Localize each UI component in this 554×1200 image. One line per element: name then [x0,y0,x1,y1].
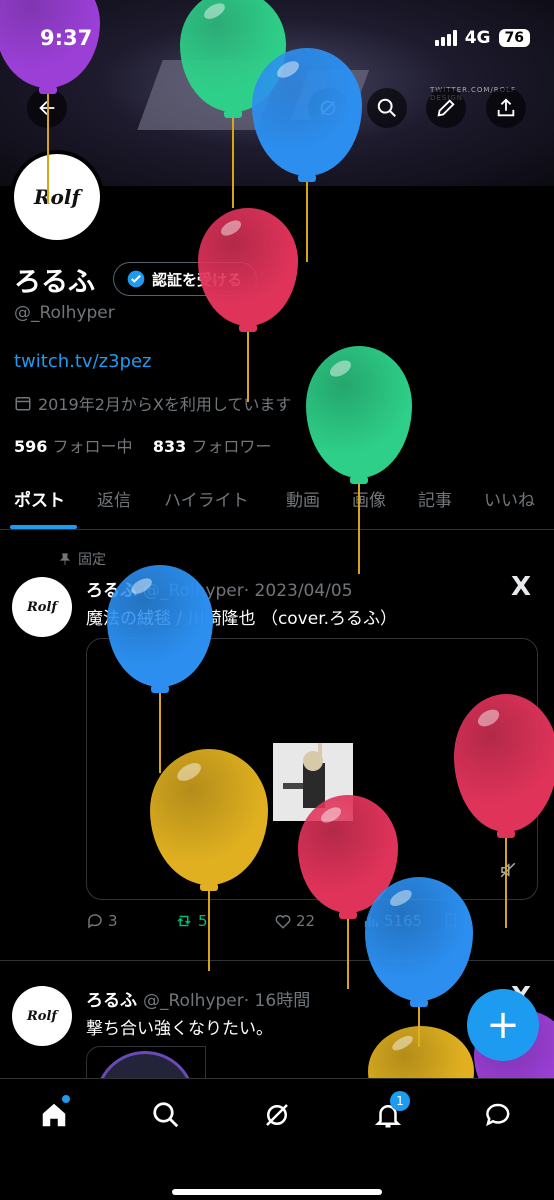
share-icon [497,98,515,117]
search-icon [377,98,396,117]
joined-text: 2019年2月からXを利用しています [38,395,292,414]
following-link[interactable]: 596 フォロー中 [14,437,133,456]
grok-icon [320,100,336,116]
post-divider [0,960,554,961]
post-time: · 2023/04/05 [243,581,353,601]
nav-grok[interactable] [257,1095,297,1135]
edit-icon [437,99,455,117]
mute-icon[interactable] [499,861,517,879]
get-verified-label: 認証を受ける [152,270,243,289]
nav-search[interactable] [146,1095,186,1135]
notification-badge: 1 [390,1091,410,1111]
home-unread-dot [62,1095,70,1103]
tab-replies[interactable]: 返信 [97,486,131,511]
bookmark-icon [445,913,457,930]
views-count: 5165 [384,912,423,930]
like-button[interactable]: 22 [274,912,362,930]
calendar-icon [15,397,31,411]
reply-button[interactable]: 3 [86,912,174,930]
post-actions: 3 5 22 5165 [86,912,516,930]
balloon [365,877,473,1051]
nav-notifications[interactable]: 1 [368,1091,410,1135]
followers-label: フォロワー [191,437,272,456]
avatar-logo: Rolf [26,1008,57,1024]
tab-videos[interactable]: 動画 [286,486,320,511]
message-icon [486,1103,510,1127]
follow-stats: 596 フォロー中 833 フォロワー [14,433,271,457]
repost-button[interactable]: 5 [174,912,274,930]
avatar-logo: Rolf [26,599,57,615]
repost-count: 5 [198,912,208,930]
profile-link[interactable]: twitch.tv/z3pez [14,351,152,372]
post-header: ろるふ @_Rolhyper· 2023/04/05 [86,576,353,601]
views-icon [364,916,378,927]
profile-tabs: ポスト 返信 ハイライト 動画 画像 記事 いいね [0,472,554,530]
signal-icon [434,30,457,46]
media-thumbnail [273,741,353,821]
post-header: ろるふ @_Rolhyper· 16時間 [86,986,310,1011]
reply-count: 3 [108,912,118,930]
pin-icon [59,553,71,565]
post-handle: @_Rolhyper [143,991,244,1011]
bottom-nav: 1 [0,1078,554,1200]
followers-link[interactable]: 833 フォロワー [153,437,272,456]
following-count: 596 [14,437,48,456]
pinned-text: 固定 [78,552,106,568]
balloon [368,1026,474,1078]
profile-handle: @_Rolhyper [14,303,115,323]
grok-icon [266,1104,288,1126]
repost-icon [177,915,191,927]
views-button[interactable]: 5165 [362,912,442,930]
like-count: 22 [296,912,316,930]
following-label: フォロー中 [52,437,133,456]
joined-date: 2019年2月からXを利用しています [14,391,291,415]
status-bar: 9:37 4G 76 [0,0,554,80]
tab-posts[interactable]: ポスト [14,486,65,511]
profile-avatar[interactable]: Rolf [10,150,104,244]
home-indicator [172,1189,382,1195]
get-verified-button[interactable]: 認証を受ける [113,262,258,296]
balloon [198,208,298,406]
edit-button[interactable] [426,88,466,128]
verified-icon [127,270,145,288]
post-author[interactable]: ろるふ [86,581,137,601]
profile-name: ろるふ [14,267,95,298]
compose-button[interactable]: + [467,989,539,1061]
share-button[interactable] [486,88,526,128]
home-icon [42,1103,66,1127]
back-arrow-icon [39,100,55,116]
post-media[interactable] [86,638,538,900]
status-time: 9:37 [40,26,93,50]
post-avatar[interactable]: Rolf [12,577,72,637]
network-type: 4G [464,28,491,48]
tab-images[interactable]: 画像 [352,486,386,511]
back-button[interactable] [27,88,67,128]
search-icon [153,1102,179,1128]
reply-icon [88,914,102,929]
pinned-label: 固定 [58,549,106,569]
post-text: 撃ち合い強くなりたい。 [86,1019,273,1039]
post-author[interactable]: ろるふ [86,991,137,1011]
battery-level: 76 [498,29,530,47]
balloon [306,346,412,578]
post-time: · 16時間 [243,991,311,1011]
post-avatar[interactable]: Rolf [12,986,72,1046]
bookmark-button[interactable] [442,912,460,930]
post-text: 魔法の絨毯 / 川崎隆也 （cover.ろるふ） [86,609,398,629]
grok-button[interactable] [308,88,348,128]
nav-messages[interactable] [478,1095,518,1135]
tab-highlights[interactable]: ハイライト [164,486,249,511]
nav-home[interactable] [34,1095,74,1135]
like-icon [275,915,291,929]
post-handle: @_Rolhyper [143,581,244,601]
followers-count: 833 [152,437,187,456]
tab-likes[interactable]: いいね [484,486,535,511]
avatar-logo: Rolf [33,185,81,209]
tab-indicator [10,525,77,529]
tab-articles[interactable]: 記事 [418,486,452,511]
x-logo-icon[interactable]: X [511,572,531,602]
search-button[interactable] [367,88,407,128]
